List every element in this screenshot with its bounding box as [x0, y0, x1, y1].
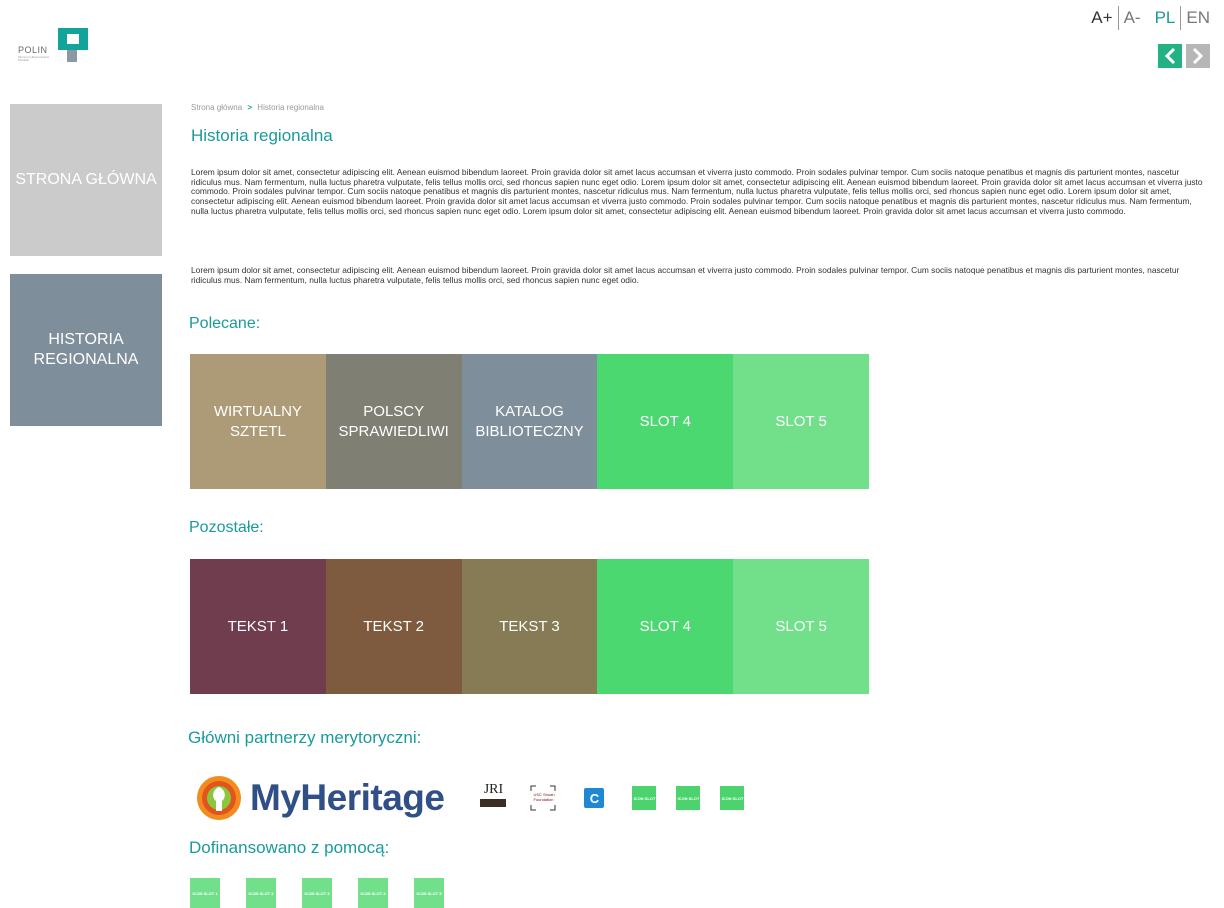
nav-arrows [1158, 44, 1210, 68]
toolbar-divider [1180, 6, 1182, 30]
tile-tekst-1[interactable]: TEKST 1 [190, 559, 326, 694]
myheritage-tree-icon [197, 776, 241, 820]
partner-c-logo[interactable]: C [584, 788, 605, 808]
chevron-left-icon [1164, 48, 1176, 64]
intro-paragraph-1: Lorem ipsum dolor sit amet, consectetur … [191, 167, 1203, 216]
page-title: Historia regionalna [191, 126, 333, 145]
myheritage-wordmark: MyHeritage [250, 777, 445, 818]
tile-slot-4[interactable]: SLOT 4 [597, 559, 734, 694]
tile-slot-5[interactable]: SLOT 5 [733, 559, 869, 694]
recommended-heading: Polecane: [189, 315, 261, 332]
recommended-tiles: WIRTUALNY SZTETL POLSCY SPRAWIEDLIWI KAT… [190, 354, 869, 489]
lang-pl-link[interactable]: PL [1155, 8, 1176, 28]
myheritage-logo[interactable]: MyHeritage [196, 770, 445, 826]
top-toolbar: A+ A- PL EN [1091, 6, 1210, 30]
jri-wordmark: JRI [483, 782, 504, 797]
prev-arrow-button[interactable] [1158, 44, 1182, 68]
funding-icon-slot-1[interactable]: ICON SLOT 1 [190, 878, 220, 908]
partners-heading: Główni partnerzy merytoryczni: [188, 728, 422, 747]
funding-icon-slot-4[interactable]: ICON SLOT 4 [358, 878, 388, 908]
funding-icon-slot-3[interactable]: ICON SLOT 3 [302, 878, 332, 908]
partner-icon-slot-2[interactable]: ICON SLOT [676, 786, 701, 810]
logo-subtext: Muzeum Historii Żydów Polskich [18, 55, 50, 62]
intro-paragraph-2: Lorem ipsum dolor sit amet, consectetur … [191, 265, 1180, 285]
breadcrumb-current: Historia regionalna [257, 103, 324, 112]
tile-tekst-2[interactable]: TEKST 2 [325, 559, 462, 694]
lang-en-link[interactable]: EN [1186, 8, 1210, 28]
partner-icon-slot-3[interactable]: ICON SLOT [720, 786, 745, 810]
polin-logo[interactable]: POLIN Muzeum Historii Żydów Polskich [16, 28, 96, 68]
tile-tekst-3[interactable]: TEKST 3 [461, 559, 598, 694]
toolbar-divider [1117, 6, 1119, 30]
sidebar-item-regional-history[interactable]: HISTORIA REGIONALNA [10, 274, 162, 426]
usc-shoah-logo[interactable]: USC Shoah Foundation [530, 785, 556, 811]
sidebar-item-home[interactable]: STRONA GŁÓWNA [10, 104, 162, 256]
font-increase-button[interactable]: A+ [1091, 8, 1112, 28]
other-tiles: TEKST 1 TEKST 2 TEKST 3 SLOT 4 SLOT 5 [190, 559, 869, 694]
tile-slot-5[interactable]: SLOT 5 [733, 354, 869, 489]
breadcrumb-separator: > [247, 103, 253, 112]
font-decrease-button[interactable]: A- [1124, 8, 1141, 28]
funding-heading: Dofinansowano z pomocą: [189, 838, 390, 857]
partners-logos: MyHeritage JRI USC Shoah Foundation C IC… [196, 770, 745, 826]
tile-katalog-biblioteczny[interactable]: KATALOG BIBLIOTECZNY [461, 354, 598, 489]
partner-icon-slot-1[interactable]: ICON SLOT [632, 786, 657, 810]
jri-book-icon [480, 799, 507, 807]
logo-text: POLIN [18, 45, 48, 55]
other-heading: Pozostałe: [189, 519, 264, 536]
breadcrumb: Strona główna > Historia regionalna [191, 103, 324, 112]
jri-poland-logo[interactable]: JRI [480, 782, 507, 813]
next-arrow-button[interactable] [1186, 44, 1210, 68]
tile-slot-4[interactable]: SLOT 4 [597, 354, 734, 489]
chevron-right-icon [1192, 48, 1204, 64]
funding-icon-slot-2[interactable]: ICON SLOT 2 [246, 878, 276, 908]
breadcrumb-home-link[interactable]: Strona główna [191, 103, 242, 112]
funding-logos: ICON SLOT 1 ICON SLOT 2 ICON SLOT 3 ICON… [190, 878, 444, 908]
sidebar-item-label: HISTORIA REGIONALNA [33, 331, 139, 368]
funding-icon-slot-5[interactable]: ICON SLOT 5 [414, 878, 444, 908]
tile-polscy-sprawiedliwi[interactable]: POLSCY SPRAWIEDLIWI [325, 354, 462, 489]
tile-wirtualny-sztetl[interactable]: WIRTUALNY SZTETL [190, 354, 326, 489]
usc-wordmark: USC Shoah Foundation [533, 792, 555, 802]
polin-mark-icon [58, 28, 88, 62]
